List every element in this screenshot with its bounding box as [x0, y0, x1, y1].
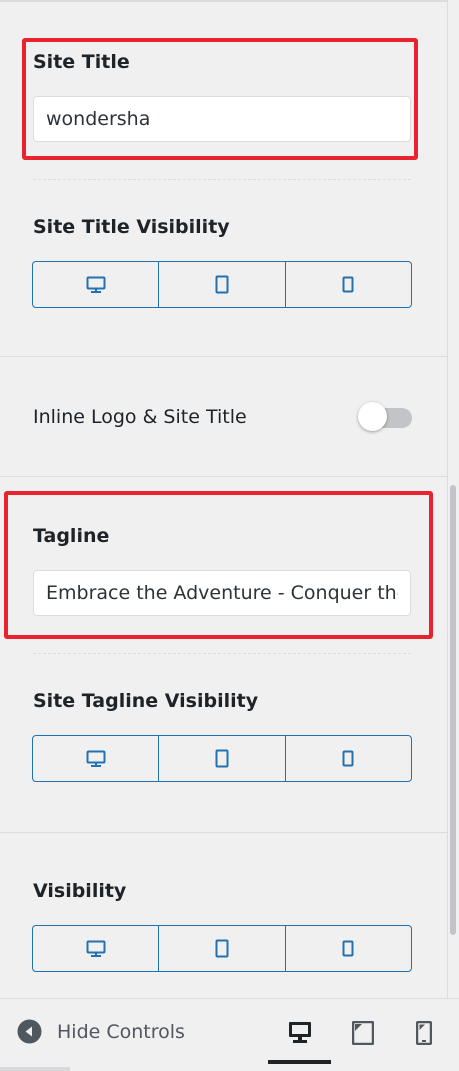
tagline-visibility-tablet-button[interactable] [158, 736, 284, 781]
top-divider [0, 0, 447, 2]
desktop-icon [86, 940, 106, 957]
visibility-tablet-button[interactable] [158, 262, 284, 307]
tagline-highlight-box [4, 491, 433, 639]
inline-logo-toggle[interactable] [358, 402, 412, 431]
visibility-control [32, 925, 412, 972]
tagline-visibility-desktop-button[interactable] [33, 736, 158, 781]
tablet-icon [215, 275, 229, 294]
tagline-input[interactable] [33, 570, 411, 616]
divider [33, 179, 411, 180]
tagline-visibility-mobile-button[interactable] [284, 736, 411, 781]
section-divider [0, 476, 447, 477]
desktop-icon [86, 276, 106, 293]
desktop-icon [289, 1022, 311, 1043]
site-tagline-visibility-control [32, 735, 412, 782]
site-tagline-visibility-label: Site Tagline Visibility [33, 690, 259, 712]
collapse-arrow-icon [17, 1019, 42, 1044]
site-title-visibility-label: Site Title Visibility [33, 216, 230, 238]
mobile-icon [416, 1021, 432, 1045]
site-title-input[interactable] [33, 96, 411, 142]
panel-edge [447, 0, 448, 998]
mobile-icon [342, 750, 354, 767]
hide-controls-button[interactable]: Hide Controls [17, 1019, 185, 1044]
site-title-label: Site Title [33, 51, 130, 73]
mobile-icon [342, 940, 354, 957]
visibility-mobile-button[interactable] [284, 262, 411, 307]
preview-desktop-button[interactable] [282, 1015, 318, 1051]
hide-controls-label: Hide Controls [57, 1020, 185, 1043]
bottom-shade [0, 1067, 70, 1071]
tablet-icon [215, 749, 229, 768]
section-divider [0, 832, 447, 833]
general-visibility-desktop-button[interactable] [33, 926, 158, 971]
site-title-visibility-control [32, 261, 412, 308]
divider [33, 653, 411, 654]
general-visibility-mobile-button[interactable] [284, 926, 411, 971]
inline-logo-label: Inline Logo & Site Title [33, 406, 247, 428]
preview-tablet-button[interactable] [345, 1015, 381, 1051]
tablet-icon [215, 939, 229, 958]
customizer-footer: Hide Controls [0, 998, 459, 1071]
mobile-icon [342, 276, 354, 293]
general-visibility-tablet-button[interactable] [158, 926, 284, 971]
tablet-icon [352, 1021, 374, 1045]
visibility-desktop-button[interactable] [33, 262, 158, 307]
tagline-label: Tagline [33, 525, 110, 547]
active-device-indicator [268, 1060, 331, 1064]
scrollbar[interactable] [450, 485, 456, 935]
desktop-icon [86, 750, 106, 767]
preview-mobile-button[interactable] [406, 1015, 442, 1051]
section-divider [0, 356, 447, 357]
visibility-label: Visibility [33, 880, 127, 902]
